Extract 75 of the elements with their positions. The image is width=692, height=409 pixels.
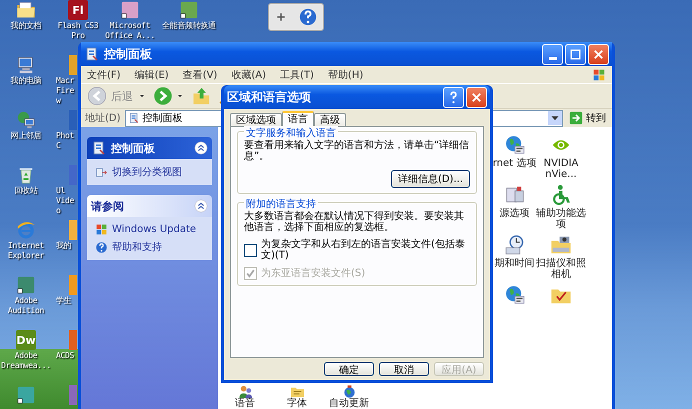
maximize-icon xyxy=(568,46,583,62)
menu-item[interactable]: 收藏(A) xyxy=(231,68,266,82)
tab[interactable]: 区域选项 xyxy=(230,113,282,126)
minimize-icon xyxy=(548,57,556,60)
task-link[interactable]: Windows Update xyxy=(112,224,196,235)
group-description: 要查看用来输入文字的语言和方法，请单击“详细信息”。 xyxy=(244,140,470,162)
details-button[interactable]: 详细信息(D)... xyxy=(390,170,470,188)
collapse-icon[interactable] xyxy=(194,141,208,155)
plus-icon[interactable] xyxy=(274,11,286,23)
menu-item[interactable]: 查看(V) xyxy=(182,68,218,82)
menu-item[interactable]: 编辑(E) xyxy=(134,68,169,82)
folder-icon[interactable] xyxy=(16,0,36,20)
desktop-icon-label[interactable]: 我的电脑 xyxy=(0,76,52,86)
desktop-icon-label[interactable]: Internet Explorer xyxy=(0,241,52,261)
group-title: 附加的语言支持 xyxy=(244,197,318,211)
dropdown-icon[interactable] xyxy=(548,111,562,125)
camera-icon[interactable] xyxy=(550,234,572,256)
caret-icon[interactable] xyxy=(176,92,184,100)
windows-icon xyxy=(95,223,108,236)
network-icon[interactable] xyxy=(16,110,36,130)
menu-item[interactable]: 文件(F) xyxy=(87,68,121,82)
collapse-icon[interactable] xyxy=(194,199,208,213)
tab[interactable]: 高级 xyxy=(314,113,346,126)
desktop-icon-label[interactable]: Ul Video xyxy=(56,186,78,216)
desktop-icon-label[interactable]: 回收站 xyxy=(0,186,52,196)
control-panel-icon xyxy=(91,140,107,156)
dialog-title: 区域和语言选项 xyxy=(227,88,312,106)
menu-item[interactable]: 工具(T) xyxy=(280,68,314,82)
dialog-button[interactable]: 确定 xyxy=(324,362,374,376)
wheelchair-icon[interactable] xyxy=(550,184,572,206)
desktop-icon-label[interactable]: Phot C xyxy=(56,131,78,151)
help-icon xyxy=(95,240,108,254)
desktop-icon-label[interactable]: 我的 xyxy=(56,241,78,251)
control-panel-icon xyxy=(128,112,140,124)
control-panel-item[interactable]: 语音 xyxy=(219,399,271,409)
minimize-button[interactable] xyxy=(542,44,563,64)
control-panel-item[interactable]: 字体 xyxy=(271,399,323,409)
globe-icon[interactable] xyxy=(504,284,526,306)
control-panel-item[interactable]: 自动更新 xyxy=(323,399,375,409)
arrow-icon xyxy=(569,111,583,125)
address-label: 地址(D) xyxy=(85,112,121,125)
task-link[interactable]: 切换到分类视图 xyxy=(112,165,182,179)
group-title: 文字服务和输入语言 xyxy=(244,126,338,140)
maximize-button[interactable] xyxy=(565,44,586,64)
desktop-icon-label[interactable]: 网上邻居 xyxy=(0,131,52,141)
app-icon[interactable]: Fl xyxy=(68,0,88,20)
clock-icon[interactable] xyxy=(504,234,526,256)
group-description: 大多数语言都会在默认情况下得到安装。要安装其他语言，选择下面相应的复选框。 xyxy=(244,211,465,233)
close-button[interactable] xyxy=(588,44,609,64)
task-panel-header[interactable]: 控制面板 xyxy=(87,137,212,159)
checkbox[interactable] xyxy=(244,244,257,256)
window-title: 控制面板 xyxy=(104,46,153,62)
checkbox-label[interactable]: 为复杂文字和从右到左的语言安装文件(包括泰文)(T) xyxy=(261,239,470,261)
control-panel-item[interactable]: 辅助功能选项 xyxy=(535,208,587,230)
close-button[interactable] xyxy=(466,86,487,108)
desktop-icon-label[interactable]: Microsoft Office A... xyxy=(104,21,156,41)
task-link[interactable]: 帮助和支持 xyxy=(112,240,162,254)
windows-logo-icon xyxy=(592,68,606,82)
help-button[interactable] xyxy=(443,86,464,108)
desktop-icon-label[interactable]: 我的文档 xyxy=(0,21,52,31)
help-icon[interactable] xyxy=(298,7,318,27)
caret-icon[interactable] xyxy=(138,92,146,100)
go-button[interactable]: 转到 xyxy=(567,111,608,125)
desktop-icon-label[interactable]: Macr Firew xyxy=(56,76,78,106)
globe-icon[interactable] xyxy=(504,134,526,156)
switch-icon xyxy=(95,166,108,178)
tab[interactable]: 语言 xyxy=(282,111,314,126)
menu-item[interactable]: 帮助(H) xyxy=(328,68,364,82)
task-panel-header[interactable]: 请参阅 xyxy=(87,195,212,217)
desktop-icon-label[interactable]: Flash CS3 Pro xyxy=(52,21,104,41)
control-panel-item[interactable]: 扫描仪和照相机 xyxy=(535,258,587,280)
dialog-button[interactable]: 取消 xyxy=(379,362,429,376)
app-icon[interactable]: Dw xyxy=(16,330,36,350)
desktop-icon-label[interactable]: 全能音频转换通 xyxy=(156,21,222,31)
control-panel-icon xyxy=(84,46,100,62)
